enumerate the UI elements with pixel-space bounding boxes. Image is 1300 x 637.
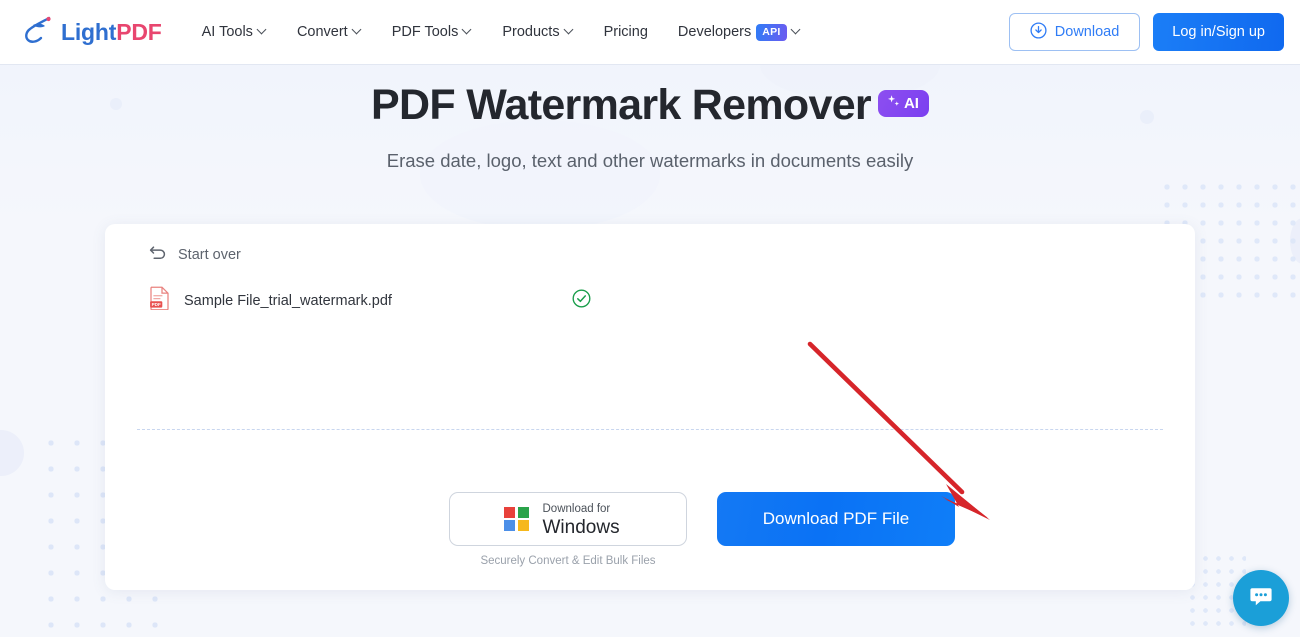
- nav-item-pdf-tools[interactable]: PDF Tools: [392, 24, 473, 40]
- download-pdf-file-button[interactable]: Download PDF File: [717, 492, 955, 546]
- chevron-down-icon: [792, 26, 801, 35]
- nav-label: AI Tools: [201, 24, 253, 40]
- api-badge: API: [756, 23, 787, 41]
- site-header: LightPDF AI Tools Convert PDF Tools Prod…: [0, 0, 1300, 64]
- nav-label: PDF Tools: [391, 24, 459, 40]
- ai-badge: AI: [877, 90, 929, 117]
- header-actions: Download Log in/Sign up: [1008, 13, 1284, 51]
- nav-label: Pricing: [603, 24, 648, 40]
- lightpdf-bird-logo-icon: [24, 16, 54, 49]
- logo-wordmark: LightPDF: [61, 19, 162, 46]
- nav-label: Products: [502, 24, 560, 40]
- undo-arrow-icon: [149, 244, 168, 265]
- nav-label: Developers: [677, 24, 752, 40]
- chat-bubble-dots-icon: [1247, 582, 1275, 615]
- logo-word-light: Light: [61, 18, 117, 45]
- pdf-file-icon: PDF: [149, 286, 170, 315]
- windows-download-group: Download for Windows Securely Convert & …: [449, 492, 687, 567]
- windows-logo-icon: [504, 506, 529, 532]
- nav-label: Convert: [296, 24, 348, 40]
- chevron-down-icon: [353, 26, 362, 35]
- header-download-button[interactable]: Download: [1008, 13, 1141, 51]
- chevron-down-icon: [565, 26, 574, 35]
- windows-button-text: Download for Windows: [543, 499, 620, 538]
- chevron-down-icon: [463, 26, 472, 35]
- windows-button-line2: Windows: [542, 517, 620, 539]
- ai-badge-label: AI: [903, 95, 919, 112]
- file-name: Sample File_trial_watermark.pdf: [184, 292, 392, 309]
- status-badge: [572, 289, 591, 313]
- start-over-button[interactable]: Start over: [149, 244, 241, 265]
- download-circle-icon: [1030, 21, 1047, 43]
- chevron-down-icon: [258, 26, 267, 35]
- chat-support-button[interactable]: [1233, 570, 1289, 626]
- file-row: PDF Sample File_trial_watermark.pdf: [149, 286, 1151, 315]
- card-divider: [137, 429, 1163, 430]
- svg-text:PDF: PDF: [152, 302, 161, 307]
- logo-word-pdf: PDF: [116, 18, 162, 45]
- background-blob-left: [0, 430, 24, 476]
- start-over-label: Start over: [178, 246, 241, 263]
- nav-item-products[interactable]: Products: [502, 24, 573, 40]
- main-navigation: AI Tools Convert PDF Tools Products Pric…: [202, 23, 801, 41]
- header-download-label: Download: [1054, 24, 1120, 40]
- hero-title-row: PDF Watermark Remover AI: [371, 76, 929, 134]
- nav-item-developers[interactable]: Developers API: [677, 23, 801, 41]
- hero-section: PDF Watermark Remover AI Erase date, log…: [0, 64, 1300, 172]
- nav-item-ai-tools[interactable]: AI Tools: [202, 24, 267, 40]
- check-circle-icon: [572, 289, 591, 313]
- card-action-row: Download for Windows Securely Convert & …: [105, 492, 1195, 567]
- logo-link[interactable]: LightPDF: [24, 16, 162, 49]
- page-title: PDF Watermark Remover: [371, 81, 872, 129]
- download-for-windows-button[interactable]: Download for Windows: [449, 492, 687, 546]
- login-signup-button[interactable]: Log in/Sign up: [1153, 13, 1284, 51]
- sparkle-icon: [886, 94, 901, 113]
- nav-item-convert[interactable]: Convert: [297, 24, 362, 40]
- windows-download-note: Securely Convert & Edit Bulk Files: [480, 555, 656, 567]
- tool-result-card: Start over PDF Sample File_trial_waterma…: [105, 224, 1195, 590]
- nav-item-pricing[interactable]: Pricing: [604, 24, 648, 40]
- windows-button-line1: Download for: [542, 503, 611, 516]
- hero-subtitle: Erase date, logo, text and other waterma…: [386, 150, 914, 172]
